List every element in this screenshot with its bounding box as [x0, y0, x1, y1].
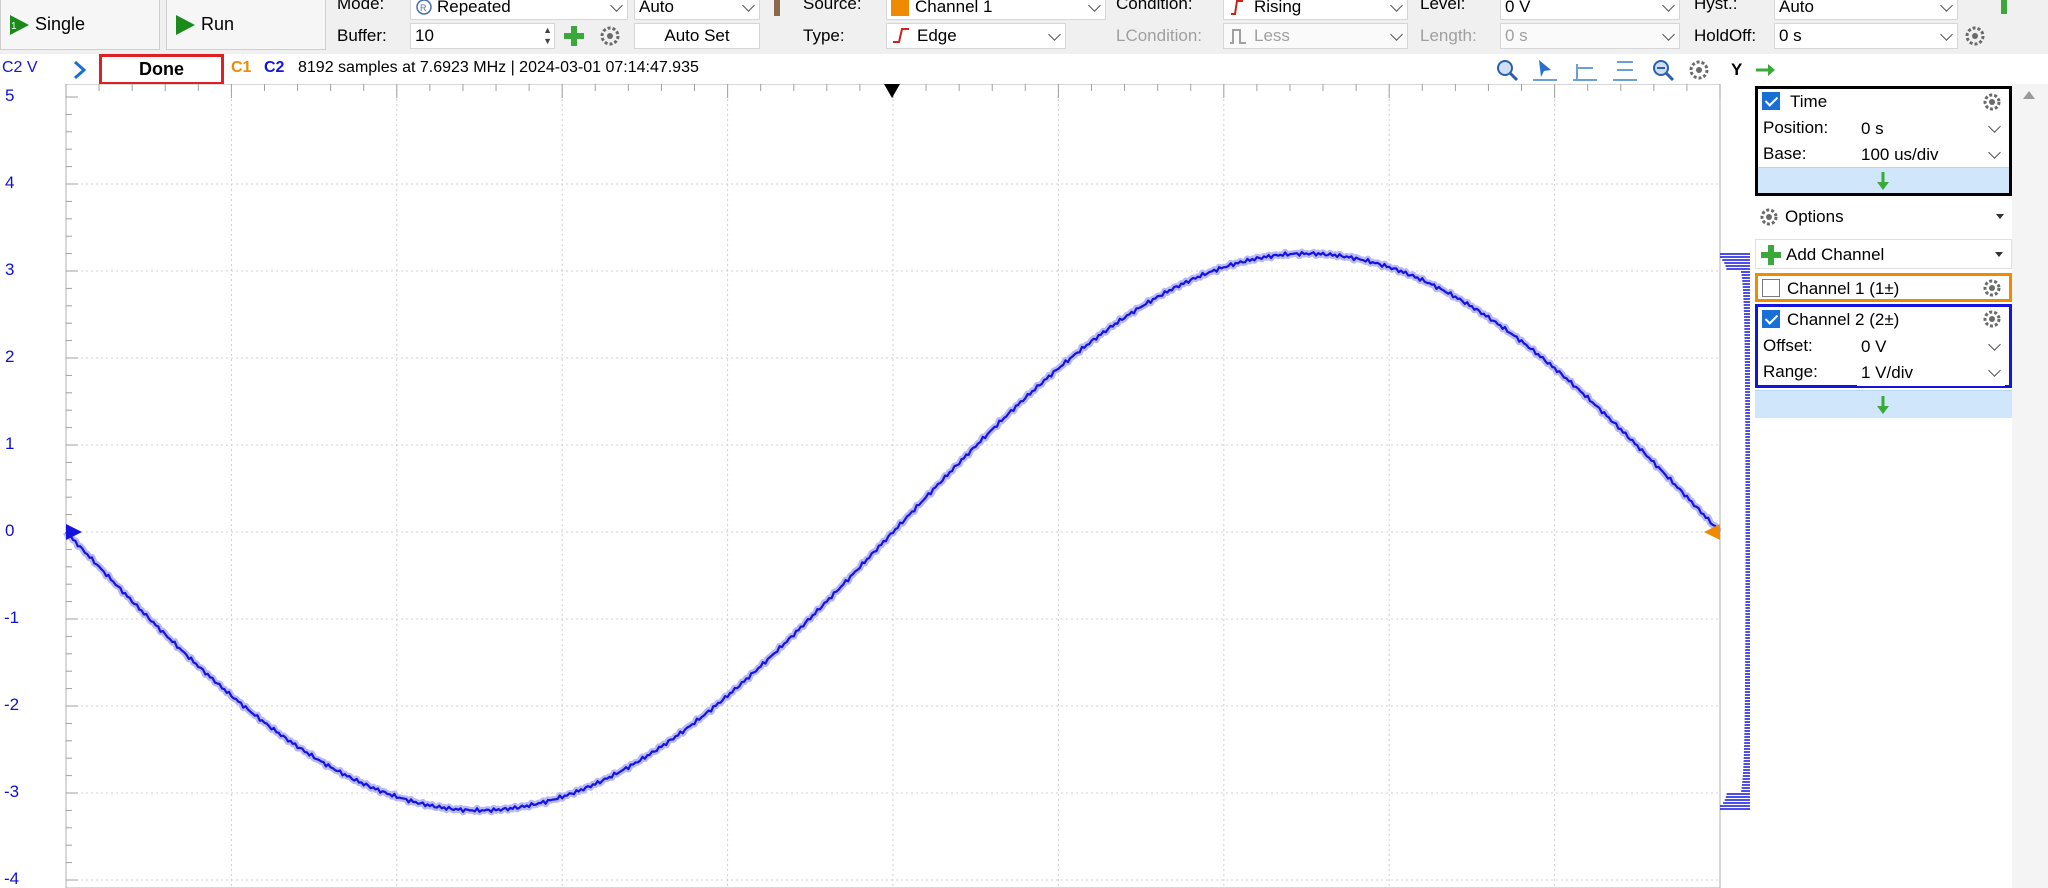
plot-settings-icon[interactable] — [1687, 58, 1711, 82]
svg-text:R: R — [420, 3, 427, 13]
channel1-settings-icon[interactable] — [1981, 277, 2003, 299]
repeat-icon: R — [416, 0, 432, 15]
buffer-spinbox[interactable]: 10 ▲ ▼ — [410, 23, 555, 49]
buffer-label: Buffer: — [337, 26, 387, 45]
add-channel-dropdown-icon — [1995, 252, 2003, 257]
length-select[interactable]: 0 s — [1500, 23, 1680, 49]
add-channel-icon — [1761, 245, 1781, 265]
position-label: Position: — [1763, 118, 1829, 137]
mode-label: Mode: — [337, 0, 385, 13]
buffer-settings-icon[interactable] — [599, 25, 621, 47]
run-button[interactable]: Run — [166, 0, 326, 50]
mode-select[interactable]: R Repeated — [410, 0, 628, 20]
hyst-select[interactable]: Auto — [1774, 0, 1958, 20]
source-label: Source: — [803, 0, 862, 13]
auto-set-button[interactable]: Auto Set — [634, 23, 760, 49]
panel-scrollbar[interactable] — [2012, 84, 2048, 888]
time-title: Time — [1790, 92, 1828, 111]
channel2-expand-bar[interactable] — [1755, 390, 2012, 418]
run-play-icon — [176, 14, 195, 35]
measure-x-icon[interactable] — [1571, 58, 1599, 82]
add-channel-button[interactable]: Add Channel — [1755, 239, 2012, 269]
plot-tools: Y — [1495, 56, 1776, 84]
arrow-down-icon — [1877, 396, 1889, 414]
lcondition-label: LCondition: — [1116, 26, 1203, 45]
zoom-fit-icon[interactable] — [1651, 58, 1675, 82]
type-select[interactable]: Edge — [886, 23, 1066, 49]
level-label: Level: — [1420, 0, 1466, 13]
trigger-probe-icon — [774, 0, 780, 16]
measure-y-icon[interactable] — [1611, 58, 1639, 82]
zoom-icon[interactable] — [1495, 58, 1519, 82]
holdoff-select[interactable]: 0 s — [1774, 23, 1958, 49]
rising-icon — [1231, 0, 1243, 15]
edge-icon — [893, 28, 909, 43]
type-label: Type: — [803, 26, 845, 45]
channel2-label: Channel 2 (2±) — [1787, 310, 1900, 329]
base-label: Base: — [1763, 144, 1807, 163]
toolbar: 1 Single Run Mode: R Repeated Auto Buffe… — [0, 0, 2048, 54]
cursor-icon[interactable] — [1531, 58, 1559, 82]
single-play-icon: 1 — [10, 14, 29, 35]
range-label: Range: — [1763, 362, 1818, 381]
channel2-checkbox[interactable] — [1762, 310, 1780, 328]
options-dropdown-icon — [1996, 214, 2004, 219]
holdoff-label: HoldOff: — [1694, 26, 1757, 45]
channel1-label: Channel 1 (1±) — [1787, 279, 1900, 298]
time-checkbox[interactable] — [1762, 92, 1780, 110]
base-select[interactable]: 100 us/div — [1857, 142, 2005, 168]
acquisition-info: 8192 samples at 7.6923 MHz | 2024-03-01 … — [298, 59, 699, 76]
channel-unit-label: C2 V — [2, 59, 38, 76]
auto-select[interactable]: Auto — [634, 0, 760, 20]
single-label: Single — [35, 14, 86, 34]
length-label: Length: — [1420, 26, 1477, 45]
add-channel-label: Add Channel — [1786, 245, 1885, 264]
channel2-settings-icon[interactable] — [1981, 308, 2003, 330]
trigger-settings-icon[interactable] — [1964, 25, 1986, 47]
run-label: Run — [201, 14, 235, 34]
position-select[interactable]: 0 s — [1857, 116, 2005, 142]
channel1-color-swatch — [891, 0, 909, 16]
time-expand-bar[interactable] — [1758, 167, 2009, 193]
c1-label[interactable]: C1 — [231, 59, 251, 77]
oscilloscope-plot[interactable] — [0, 84, 1752, 888]
options-label: Options — [1785, 207, 1844, 226]
less-icon — [1230, 29, 1246, 44]
add-icon[interactable] — [563, 25, 585, 47]
level-select[interactable]: 0 V — [1500, 0, 1680, 20]
status-bar: C2 V C1 C2 8192 samples at 7.6923 MHz | … — [0, 56, 1740, 84]
arrow-down-icon — [1877, 172, 1889, 190]
options-row[interactable]: Options — [1755, 203, 2012, 231]
channel2-histogram — [1720, 253, 1750, 810]
single-button[interactable]: 1 Single — [0, 0, 160, 50]
range-select[interactable]: 1 V/div — [1857, 360, 2005, 386]
svg-text:1: 1 — [11, 21, 17, 32]
channel1-group: Channel 1 (1±) — [1755, 273, 2012, 302]
time-settings-icon[interactable] — [1981, 91, 2003, 113]
spin-arrows-icon[interactable]: ▲ ▼ — [543, 25, 552, 47]
scroll-up-icon[interactable] — [2022, 90, 2036, 100]
source-select[interactable]: Channel 1 — [886, 0, 1106, 20]
lcondition-select[interactable]: Less — [1223, 23, 1408, 49]
offset-select[interactable]: 0 V — [1857, 334, 2005, 360]
status-badge: Done — [99, 54, 224, 85]
offset-label: Offset: — [1763, 336, 1813, 355]
hyst-label: Hyst.: — [1694, 0, 1738, 13]
c2-label[interactable]: C2 — [264, 59, 284, 77]
condition-label: Condition: — [1116, 0, 1193, 13]
condition-select[interactable]: Rising — [1223, 0, 1408, 20]
arrow-right-icon[interactable] — [1754, 62, 1776, 78]
time-group: Time Position: 0 s Base: 100 us/div — [1755, 86, 2012, 196]
options-gear-icon — [1760, 208, 1778, 226]
y-button[interactable]: Y — [1731, 60, 1742, 80]
trigger-indicator-icon — [2001, 0, 2007, 14]
collapse-chevron-icon[interactable] — [72, 60, 88, 80]
channel2-group: Channel 2 (2±) Offset: 0 V Range: 1 V/di… — [1755, 304, 2012, 388]
channel1-checkbox[interactable] — [1762, 279, 1780, 297]
